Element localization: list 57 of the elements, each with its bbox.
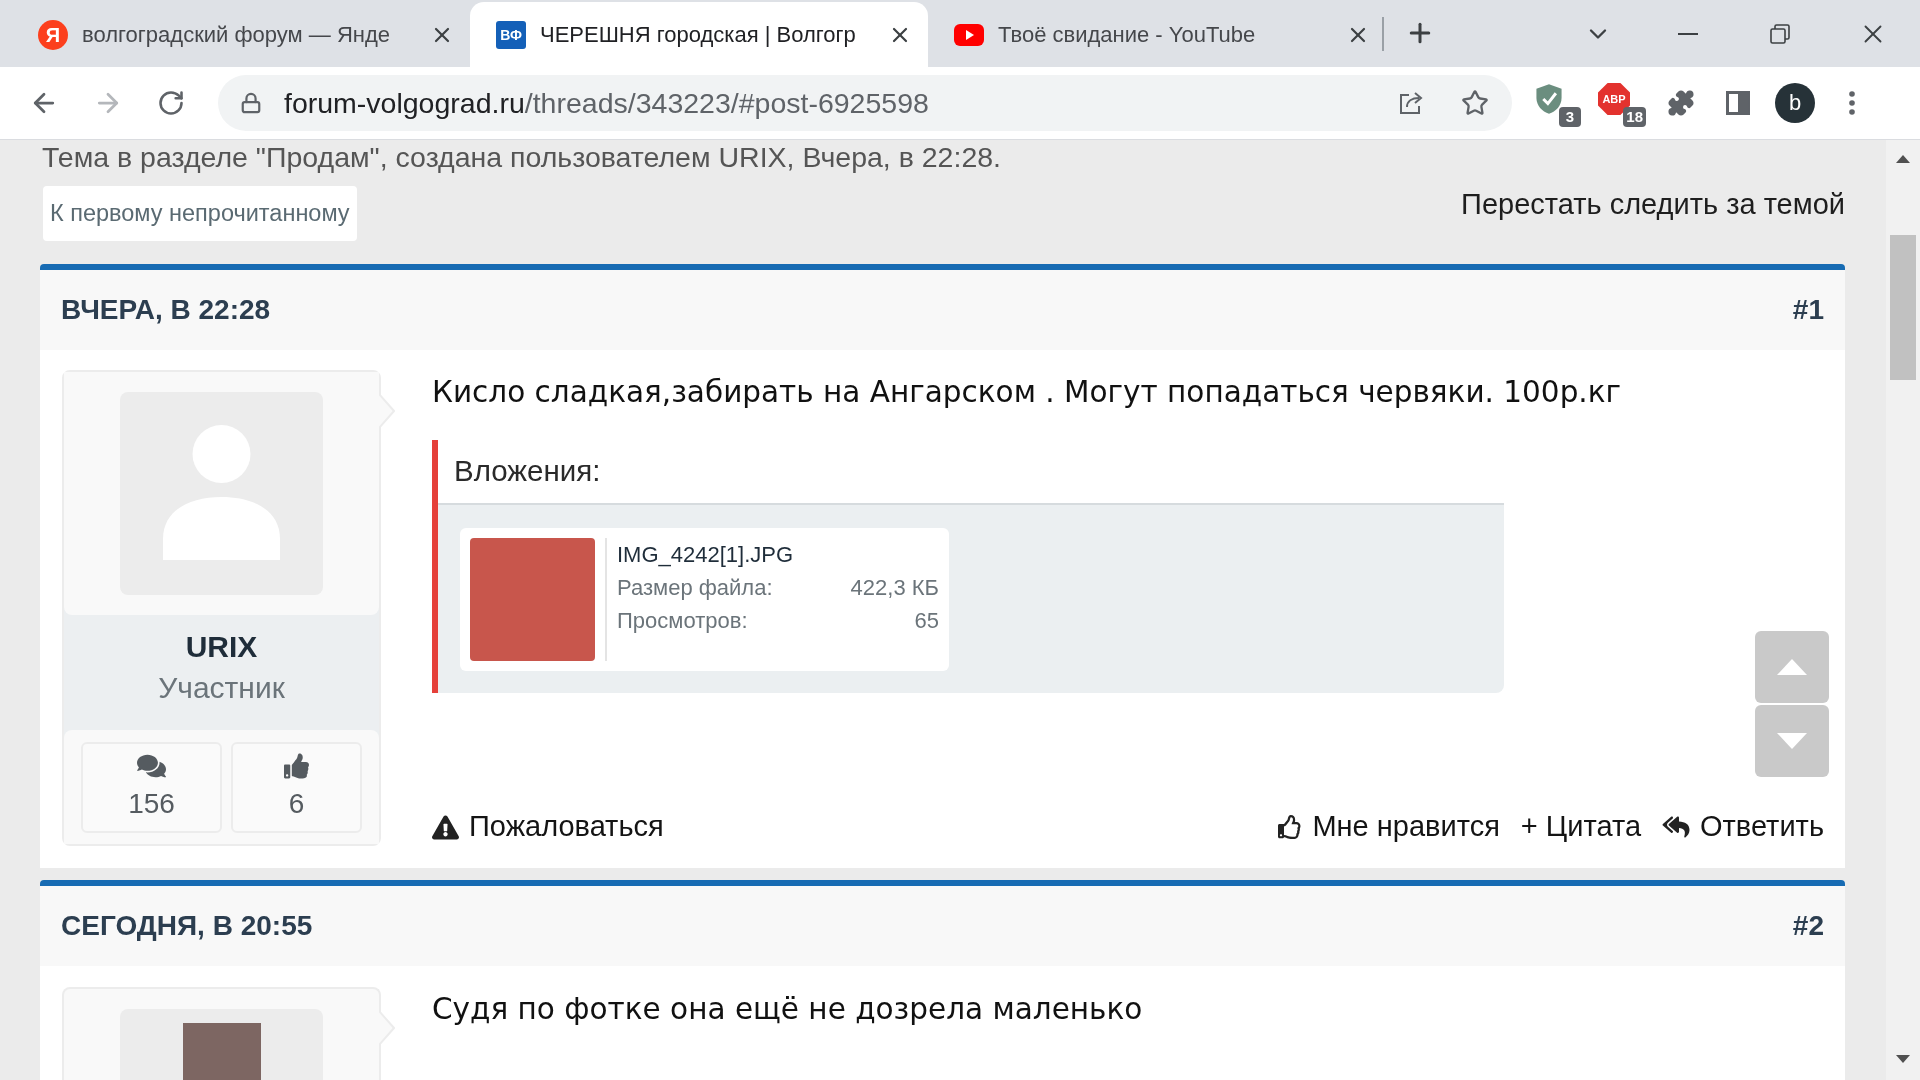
address-bar[interactable]: forum-volgograd.ru/threads/343223/#post-6925598	[218, 75, 1512, 131]
browser-tab[interactable]: Твоё свидание - YouTube	[928, 2, 1386, 67]
extension-badge: 3	[1559, 107, 1581, 127]
like-link[interactable]: Мне нравится	[1278, 805, 1500, 849]
restore-icon	[1770, 23, 1790, 44]
attachment-meta-label: Просмотров:	[617, 607, 748, 635]
minimize-icon	[1678, 32, 1698, 35]
post-message: Судя по фотке она ещё не дозрела маленько	[432, 991, 1144, 1028]
profile-avatar[interactable]: b	[1775, 83, 1815, 123]
scrollbar-track[interactable]	[1886, 140, 1920, 1080]
browser-tab[interactable]: Я волгоградский форум — Янде	[12, 2, 470, 67]
unwatch-link[interactable]: Перестать следить за темой	[1461, 187, 1845, 221]
attachment-filename[interactable]: IMG_4242[1].JPG	[617, 538, 939, 571]
stat-value: 156	[128, 787, 175, 821]
post-number-link[interactable]: #2	[1792, 905, 1824, 947]
extension-button[interactable]: ABP 18	[1594, 79, 1646, 127]
attachment-card[interactable]: IMG_4242[1].JPG Размер файла: 422,3 КБ Просмотров: 65	[460, 528, 949, 671]
quote-link[interactable]: + Цитата	[1520, 805, 1642, 849]
warning-icon	[432, 814, 459, 840]
speech-bubbles-icon	[137, 753, 166, 779]
stat-value: 6	[288, 787, 305, 821]
thumbs-up-icon	[284, 753, 309, 779]
browser-tab[interactable]: ВФ ЧЕРЕШНЯ городская | Волгогр	[470, 2, 928, 67]
shield-check-icon	[1535, 83, 1563, 115]
scroll-up-arrow-icon[interactable]	[1896, 155, 1910, 163]
play-icon	[954, 23, 984, 46]
scrollbar-thumb[interactable]	[1890, 235, 1916, 380]
lock-icon	[240, 92, 262, 114]
menu-icon	[1849, 91, 1855, 115]
attachment-meta-value: 422,3 КБ	[850, 574, 939, 602]
username[interactable]: URIX	[185, 627, 258, 667]
thumbs-up-icon	[1278, 814, 1303, 840]
star-icon	[1461, 89, 1489, 117]
extension-badge: 18	[1623, 107, 1646, 127]
attachments-title: Вложения:	[454, 453, 601, 490]
post-message: Кисло сладкая,забирать на Ангарском . Могут попадаться червяки. 100р.кг	[432, 374, 1623, 411]
attachment-meta-value: 65	[914, 607, 939, 635]
favicon: Я	[38, 19, 68, 50]
reply-arrow-icon	[1662, 815, 1691, 839]
first-unread-button[interactable]: К первому непрочитанному	[43, 186, 357, 241]
user-role: Участник	[158, 670, 285, 706]
triangle-down-icon	[1777, 733, 1807, 749]
share-icon	[1399, 91, 1425, 115]
scroll-down-arrow-icon[interactable]	[1896, 1055, 1910, 1063]
extension-button[interactable]: 3	[1529, 79, 1581, 127]
report-link[interactable]: Пожаловаться	[432, 805, 664, 849]
post-date[interactable]: ВЧЕРА, В 22:28	[61, 289, 271, 331]
puzzle-icon	[1667, 89, 1695, 117]
attachment-meta-label: Размер файла:	[617, 574, 773, 602]
side-panel-icon	[1726, 91, 1750, 115]
triangle-up-icon	[1777, 659, 1807, 675]
favicon: ВФ	[496, 20, 526, 49]
reload-icon	[157, 89, 185, 117]
reply-link[interactable]: Ответить	[1662, 805, 1824, 849]
post-date[interactable]: СЕГОДНЯ, В 20:55	[61, 905, 313, 947]
thread-info: Тема в разделе "Продам", создана пользователем URIX, Вчера, в 22:28.	[41, 141, 1002, 173]
post-number-link[interactable]: #1	[1792, 289, 1824, 331]
